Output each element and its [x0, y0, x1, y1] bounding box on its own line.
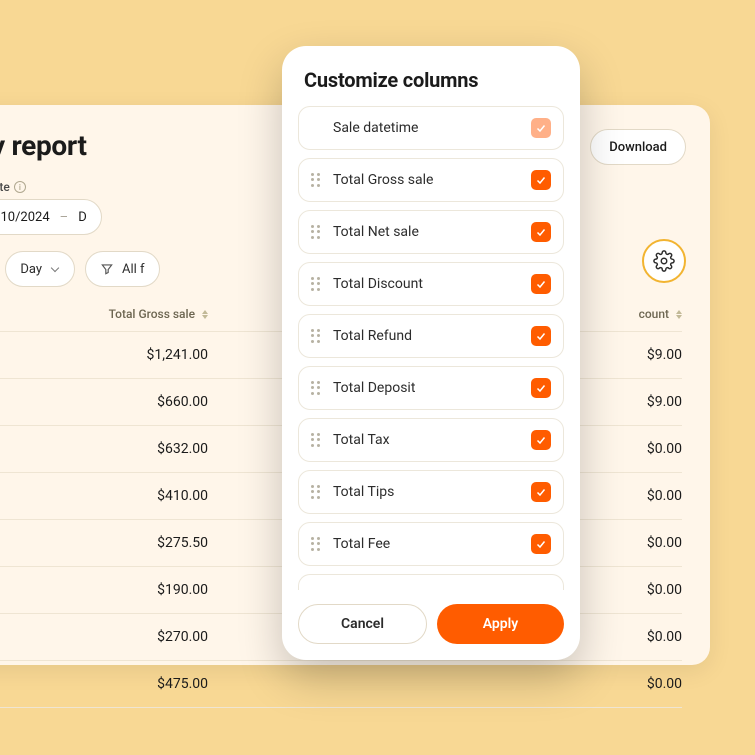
column-option-label: Total Tips [333, 484, 519, 500]
cell-gross: $475.00 [68, 676, 208, 692]
column-option-label: Total Gross sale [333, 172, 519, 188]
sort-icon [676, 310, 682, 319]
column-checkbox[interactable] [531, 378, 551, 398]
drag-handle-icon[interactable] [311, 485, 321, 499]
cell-amount: $0.00 [602, 629, 682, 645]
all-filters-label: All f [122, 262, 145, 277]
cell-gross: $275.50 [68, 535, 208, 551]
cell-gross: $660.00 [68, 394, 208, 410]
cell-datetime: 24 [0, 488, 68, 504]
column-list: Sale datetime Total Gross sale Total Net s… [298, 106, 564, 590]
drag-handle-icon[interactable] [311, 537, 321, 551]
column-checkbox[interactable] [531, 118, 551, 138]
cell-amount: $0.00 [602, 441, 682, 457]
drag-handle-icon[interactable] [311, 225, 321, 239]
column-option[interactable]: Total Discount [298, 262, 564, 306]
column-option[interactable]: Total Deposit [298, 366, 564, 410]
modal-title: Customize columns [304, 68, 558, 92]
column-header-amount[interactable]: count [602, 307, 682, 321]
cell-amount: $0.00 [602, 535, 682, 551]
apply-button[interactable]: Apply [437, 604, 564, 644]
column-option-peek [298, 574, 564, 590]
date-end: D [78, 210, 87, 225]
cell-gross: $1,241.00 [68, 347, 208, 363]
cell-datetime: 24 [0, 629, 68, 645]
date-range-picker[interactable]: Dec 10/2024 – D [0, 199, 102, 235]
cancel-button[interactable]: Cancel [298, 604, 427, 644]
column-header-datetime[interactable]: ne [0, 307, 68, 321]
column-option-label: Total Deposit [333, 380, 519, 396]
modal-actions: Cancel Apply [298, 604, 564, 644]
column-option-label: Total Net sale [333, 224, 519, 240]
column-checkbox[interactable] [531, 482, 551, 502]
cell-gross: $190.00 [68, 582, 208, 598]
column-option-label: Total Refund [333, 328, 519, 344]
column-header-gross[interactable]: Total Gross sale [68, 307, 208, 321]
column-option-label: Total Tax [333, 432, 519, 448]
cell-amount: $0.00 [602, 582, 682, 598]
drag-handle-icon[interactable] [311, 173, 321, 187]
drag-handle-icon[interactable] [311, 381, 321, 395]
customize-columns-modal: Customize columns Sale datetime Total Gro… [282, 46, 580, 660]
info-icon: i [14, 181, 26, 193]
column-checkbox[interactable] [531, 534, 551, 554]
date-start: Dec 10/2024 [0, 210, 50, 225]
sale-date-label: Sale date i [0, 180, 102, 194]
granularity-value: Day [20, 262, 42, 277]
cell-datetime: 24 [0, 582, 68, 598]
cell-datetime: 24 [0, 394, 68, 410]
column-option[interactable]: Sale datetime [298, 106, 564, 150]
all-filters-button[interactable]: All f [85, 251, 160, 287]
column-checkbox[interactable] [531, 326, 551, 346]
cell-gross: $410.00 [68, 488, 208, 504]
cell-gross: $632.00 [68, 441, 208, 457]
column-checkbox[interactable] [531, 274, 551, 294]
column-checkbox[interactable] [531, 222, 551, 242]
download-button[interactable]: Download [590, 129, 686, 165]
filter-icon [100, 262, 114, 276]
column-option[interactable]: Total Tax [298, 418, 564, 462]
customize-columns-button[interactable] [642, 239, 686, 283]
cell-amount: $0.00 [602, 676, 682, 692]
chevron-down-icon [50, 264, 60, 274]
column-option[interactable]: Total Refund [298, 314, 564, 358]
cell-amount: $9.00 [602, 394, 682, 410]
cell-amount: $0.00 [602, 488, 682, 504]
column-option[interactable]: Total Tips [298, 470, 564, 514]
table-row[interactable]: 24$475.00 $0.00 [0, 661, 682, 708]
drag-handle-icon[interactable] [311, 433, 321, 447]
cell-datetime: 24 [0, 535, 68, 551]
column-option-label: Total Discount [333, 276, 519, 292]
cell-datetime: 24 [0, 676, 68, 692]
column-checkbox[interactable] [531, 430, 551, 450]
cell-datetime: 24 [0, 441, 68, 457]
date-separator: – [60, 210, 69, 225]
drag-handle-icon[interactable] [311, 277, 321, 291]
cell-datetime: 24 [0, 347, 68, 363]
cell-amount: $9.00 [602, 347, 682, 363]
cell-gross: $270.00 [68, 629, 208, 645]
column-checkbox[interactable] [531, 170, 551, 190]
gear-icon [653, 250, 675, 272]
drag-handle-icon[interactable] [311, 329, 321, 343]
column-option[interactable]: Total Fee [298, 522, 564, 566]
column-option[interactable]: Total Gross sale [298, 158, 564, 202]
granularity-select[interactable]: Day [5, 251, 75, 287]
column-option[interactable]: Total Net sale [298, 210, 564, 254]
column-option-label: Sale datetime [333, 120, 519, 136]
column-option-label: Total Fee [333, 536, 519, 552]
